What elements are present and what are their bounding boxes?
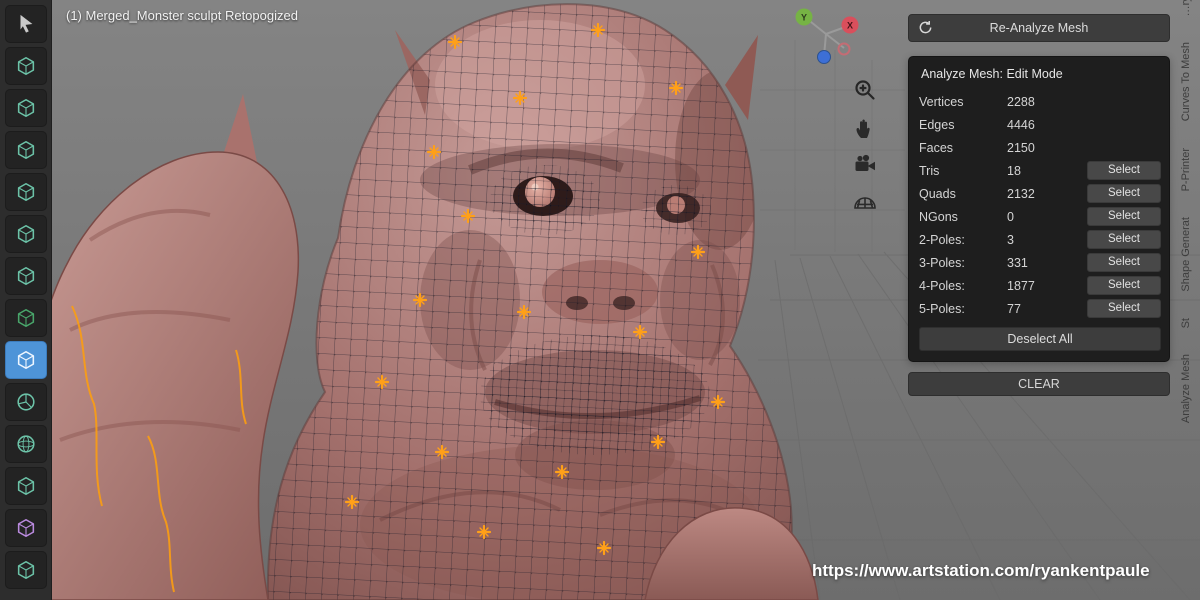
tool-button-active-brush[interactable] [5,341,47,379]
tool-button-inset-faces[interactable] [5,467,47,505]
side-tab-partial[interactable]: …rype [1180,0,1192,16]
tool-button-move[interactable] [5,131,47,169]
tool-button-poly-build[interactable] [5,299,47,337]
camera-view-icon[interactable] [849,148,881,180]
stat-row-edges: Edges4446 [919,113,1161,136]
gizmo-x-label: X [847,21,853,31]
side-tab-st[interactable]: St [1180,318,1192,328]
gizmo-y-label: Y [801,13,807,23]
stat-row-quads: Quads2132Select [919,182,1161,205]
artstation-watermark: https://www.artstation.com/ryankentpaule [812,561,1150,581]
pan-hand-icon[interactable] [849,111,881,143]
refresh-icon [918,20,933,35]
tool-button-spin[interactable] [5,383,47,421]
tool-shelf [0,0,52,600]
stat-row-faces: Faces2150 [919,136,1161,159]
panel-title: Analyze Mesh: Edit Mode [919,65,1161,90]
select-2-poles-button[interactable]: Select [1087,230,1161,249]
tool-button-loop-cut[interactable] [5,551,47,589]
select-3-poles-button[interactable]: Select [1087,253,1161,272]
stat-row-2-poles: 2-Poles:3Select [919,228,1161,251]
stat-row-5-poles: 5-Poles:77Select [919,297,1161,320]
stat-row-3-poles: 3-Poles:331Select [919,251,1161,274]
tool-button-rotate[interactable] [5,173,47,211]
stat-row-vertices: Vertices2288 [919,90,1161,113]
select-4-poles-button[interactable]: Select [1087,276,1161,295]
tool-button-bevel[interactable] [5,509,47,547]
analyze-mesh-panel: Re-Analyze Mesh Analyze Mesh: Edit Mode … [908,14,1170,396]
viewport-header-text: (1) Merged_Monster sculpt Retopogized [66,8,298,23]
side-tab-shape-generator[interactable]: Shape Generat [1180,217,1192,292]
deselect-all-button[interactable]: Deselect All [919,327,1161,351]
tool-button-transform[interactable] [5,257,47,295]
tool-button-cursor-3d[interactable] [5,89,47,127]
select-ngons-button[interactable]: Select [1087,207,1161,226]
tool-button-tweak-select[interactable] [5,5,47,43]
tool-button-scale[interactable] [5,215,47,253]
gizmo-z-axis[interactable] [818,51,831,64]
zoom-icon[interactable] [849,74,881,106]
gizmo-minus-axis[interactable] [839,44,850,55]
select-5-poles-button[interactable]: Select [1087,299,1161,318]
tool-button-sphere-project[interactable] [5,425,47,463]
tool-button-select-box[interactable] [5,47,47,85]
perspective-grid-icon[interactable] [849,185,881,217]
stat-row-4-poles: 4-Poles:1877Select [919,274,1161,297]
side-tab-p-printer[interactable]: P-Printer [1180,148,1192,191]
clear-button[interactable]: CLEAR [908,372,1170,396]
reanalyze-mesh-button[interactable]: Re-Analyze Mesh [908,14,1170,42]
stat-row-tris: Tris18Select [919,159,1161,182]
select-tris-button[interactable]: Select [1087,161,1161,180]
reanalyze-label: Re-Analyze Mesh [990,21,1089,35]
orientation-gizmo[interactable]: Y X [788,4,864,64]
select-quads-button[interactable]: Select [1087,184,1161,203]
sidebar-tab-strip: …rype Curves To Mesh P-Printer Shape Gen… [1172,0,1200,600]
viewport-nav-controls [849,74,881,217]
stat-row-ngons: NGons0Select [919,205,1161,228]
analyze-mesh-stats-box: Analyze Mesh: Edit Mode Vertices2288 Edg… [908,56,1170,362]
side-tab-analyze-mesh[interactable]: Analyze Mesh [1180,354,1192,423]
side-tab-curves-to-mesh[interactable]: Curves To Mesh [1180,42,1192,121]
